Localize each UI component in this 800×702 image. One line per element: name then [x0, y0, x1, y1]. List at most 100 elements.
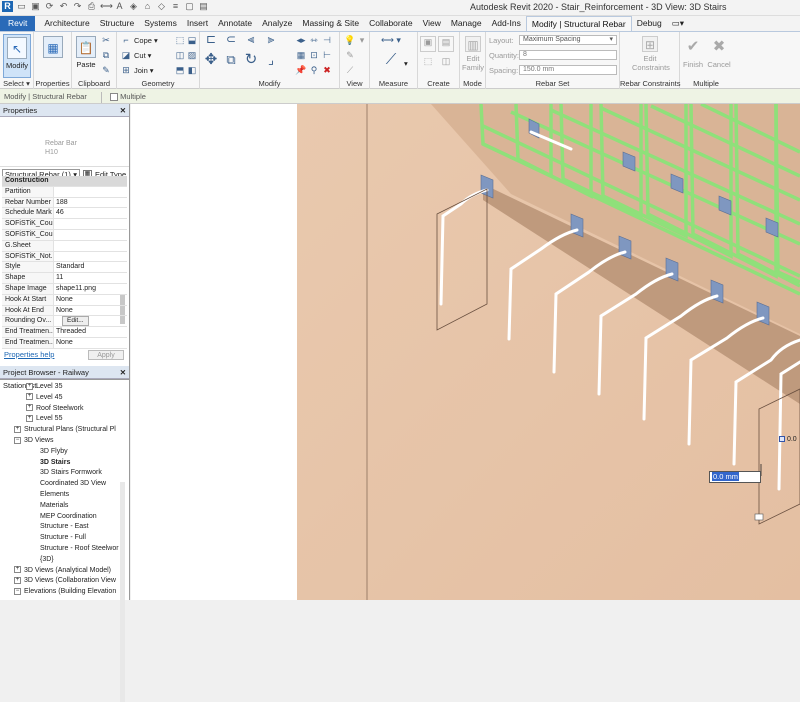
tab-collaborate[interactable]: Collaborate: [364, 16, 417, 31]
browser-item[interactable]: + Roof Steelwork: [0, 404, 130, 415]
undo-icon[interactable]: ↶: [58, 1, 69, 12]
properties-help-link[interactable]: Properties help: [2, 350, 54, 359]
redo-icon[interactable]: ↷: [72, 1, 83, 12]
select-panel-label[interactable]: Select ▾: [0, 79, 33, 88]
property-value[interactable]: None: [54, 306, 127, 316]
section-icon[interactable]: ◇: [156, 1, 167, 12]
switch-windows-icon[interactable]: ▤: [198, 1, 209, 12]
unjoin-icon[interactable]: ◧: [186, 65, 198, 76]
property-value[interactable]: None: [54, 295, 127, 305]
text-icon[interactable]: A: [114, 1, 125, 12]
properties-button[interactable]: ▦: [39, 34, 67, 78]
cancel-button[interactable]: ✖ Cancel: [706, 34, 732, 78]
property-value[interactable]: 46: [54, 208, 127, 218]
property-value[interactable]: None: [54, 338, 127, 348]
cope-button[interactable]: ⌐ Cope ▾: [120, 35, 157, 46]
tab-modify-structural-rebar[interactable]: Modify | Structural Rebar: [525, 16, 632, 31]
browser-item[interactable]: + Level 35: [0, 382, 130, 393]
delete-icon[interactable]: ✖: [321, 65, 333, 76]
linework-icon[interactable]: ⟋: [344, 65, 356, 76]
create-group-icon[interactable]: ⬚: [420, 56, 436, 70]
expand-icon[interactable]: +: [14, 577, 21, 584]
expand-icon[interactable]: +: [14, 425, 21, 433]
tab-structure[interactable]: Structure: [95, 16, 140, 31]
demolish-icon[interactable]: ⬓: [186, 35, 198, 46]
browser-item[interactable]: {3D}: [0, 555, 130, 566]
property-value[interactable]: [54, 252, 127, 262]
dimension-icon[interactable]: ⟋: [380, 52, 402, 72]
tab-revit[interactable]: Revit: [0, 16, 36, 31]
property-value[interactable]: [54, 241, 127, 251]
tab-manage[interactable]: Manage: [446, 16, 487, 31]
apply-button[interactable]: Apply: [88, 350, 124, 360]
copy-element-icon[interactable]: ⧉: [223, 53, 239, 72]
browser-item[interactable]: + Level 55: [0, 414, 130, 425]
array-icon[interactable]: ▦: [295, 50, 307, 61]
property-value[interactable]: Standard: [54, 262, 127, 272]
thin-lines-icon[interactable]: ≡: [170, 1, 181, 12]
cut-geometry-button[interactable]: ◪ Cut ▾: [120, 50, 152, 61]
pin-icon[interactable]: 📌: [295, 65, 307, 76]
finish-button[interactable]: ✔ Finish: [680, 34, 706, 78]
property-value[interactable]: 11: [54, 273, 127, 283]
quantity-field[interactable]: 8: [519, 50, 617, 60]
scale-icon[interactable]: ⊡: [308, 50, 320, 61]
edit-family-button[interactable]: ▥ Edit Family: [460, 34, 486, 78]
browser-item[interactable]: Materials: [0, 501, 130, 512]
create-parts-icon[interactable]: ▤: [438, 36, 454, 52]
unpin-icon[interactable]: ⚲: [308, 65, 320, 76]
cut-icon[interactable]: ✂: [100, 35, 112, 46]
create-similar-icon[interactable]: ◫: [438, 56, 454, 70]
collapse-icon[interactable]: −: [14, 436, 21, 444]
expand-icon[interactable]: +: [26, 404, 33, 412]
edit-constraints-button[interactable]: ⊞ Edit Constraints: [632, 34, 670, 78]
browser-item[interactable]: + Level 45: [0, 393, 130, 404]
browser-item[interactable]: +3D Views (Collaboration View: [0, 576, 130, 587]
browser-item[interactable]: MEP Coordination: [0, 512, 130, 523]
view-dropdown-icon[interactable]: ▾: [356, 35, 368, 46]
hide-icon[interactable]: 💡: [344, 35, 356, 46]
revit-logo[interactable]: R: [2, 1, 13, 12]
property-value[interactable]: 188: [54, 198, 127, 208]
match-properties-icon[interactable]: ✎: [100, 65, 112, 76]
expand-icon[interactable]: +: [14, 566, 21, 574]
sync-icon[interactable]: ⟳: [44, 1, 55, 12]
browser-item[interactable]: Structure - Roof Steelwor: [0, 544, 130, 555]
property-value[interactable]: Threaded: [54, 327, 127, 337]
remove-paint-icon[interactable]: ▨: [186, 50, 198, 61]
property-value[interactable]: [54, 230, 127, 240]
tab-systems[interactable]: Systems: [139, 16, 182, 31]
print-icon[interactable]: ⎙: [86, 1, 97, 12]
spacing-field[interactable]: 150.0 mm: [519, 65, 617, 75]
tab-insert[interactable]: Insert: [182, 16, 213, 31]
tab-analyze[interactable]: Analyze: [257, 16, 297, 31]
wall-joins-icon[interactable]: ⬚: [174, 35, 186, 46]
create-assembly-icon[interactable]: ▣: [420, 36, 436, 52]
move-icon[interactable]: ✥: [203, 52, 219, 72]
browser-item[interactable]: 3D Stairs Formwork: [0, 468, 130, 479]
multiple-checkbox[interactable]: [110, 93, 118, 102]
expand-icon[interactable]: +: [26, 393, 33, 401]
copy-icon[interactable]: ⧉: [100, 50, 112, 61]
browser-item[interactable]: + Structural Plans (Structural Pl: [0, 425, 130, 436]
offset-icon[interactable]: ⊂: [223, 33, 239, 48]
layout-select[interactable]: Maximum Spacing ▾: [519, 35, 617, 45]
grip-handle[interactable]: [754, 513, 764, 521]
extend-icon[interactable]: ⊢: [321, 50, 333, 61]
trim-icon[interactable]: ⌟: [263, 53, 279, 72]
3d-view-icon[interactable]: ⌂: [142, 1, 153, 12]
tab-annotate[interactable]: Annotate: [213, 16, 257, 31]
open-icon[interactable]: ▭: [16, 1, 27, 12]
mirror-draw-icon[interactable]: ⫸: [263, 33, 279, 48]
close-windows-icon[interactable]: ▢: [184, 1, 195, 12]
property-value[interactable]: [54, 219, 127, 229]
measure-distance-icon[interactable]: ⟷ ▾: [376, 35, 406, 46]
stair-rebar-model[interactable]: [131, 104, 800, 600]
modify-button[interactable]: ↖ Modify: [3, 34, 31, 78]
tab-view[interactable]: View: [418, 16, 446, 31]
paint-icon[interactable]: ⬒: [174, 65, 186, 76]
align-icon[interactable]: ⊏: [203, 33, 219, 48]
collapse-icon[interactable]: −: [14, 587, 21, 595]
tab-architecture[interactable]: Architecture: [39, 16, 94, 31]
property-value[interactable]: shape11.png: [54, 284, 127, 294]
